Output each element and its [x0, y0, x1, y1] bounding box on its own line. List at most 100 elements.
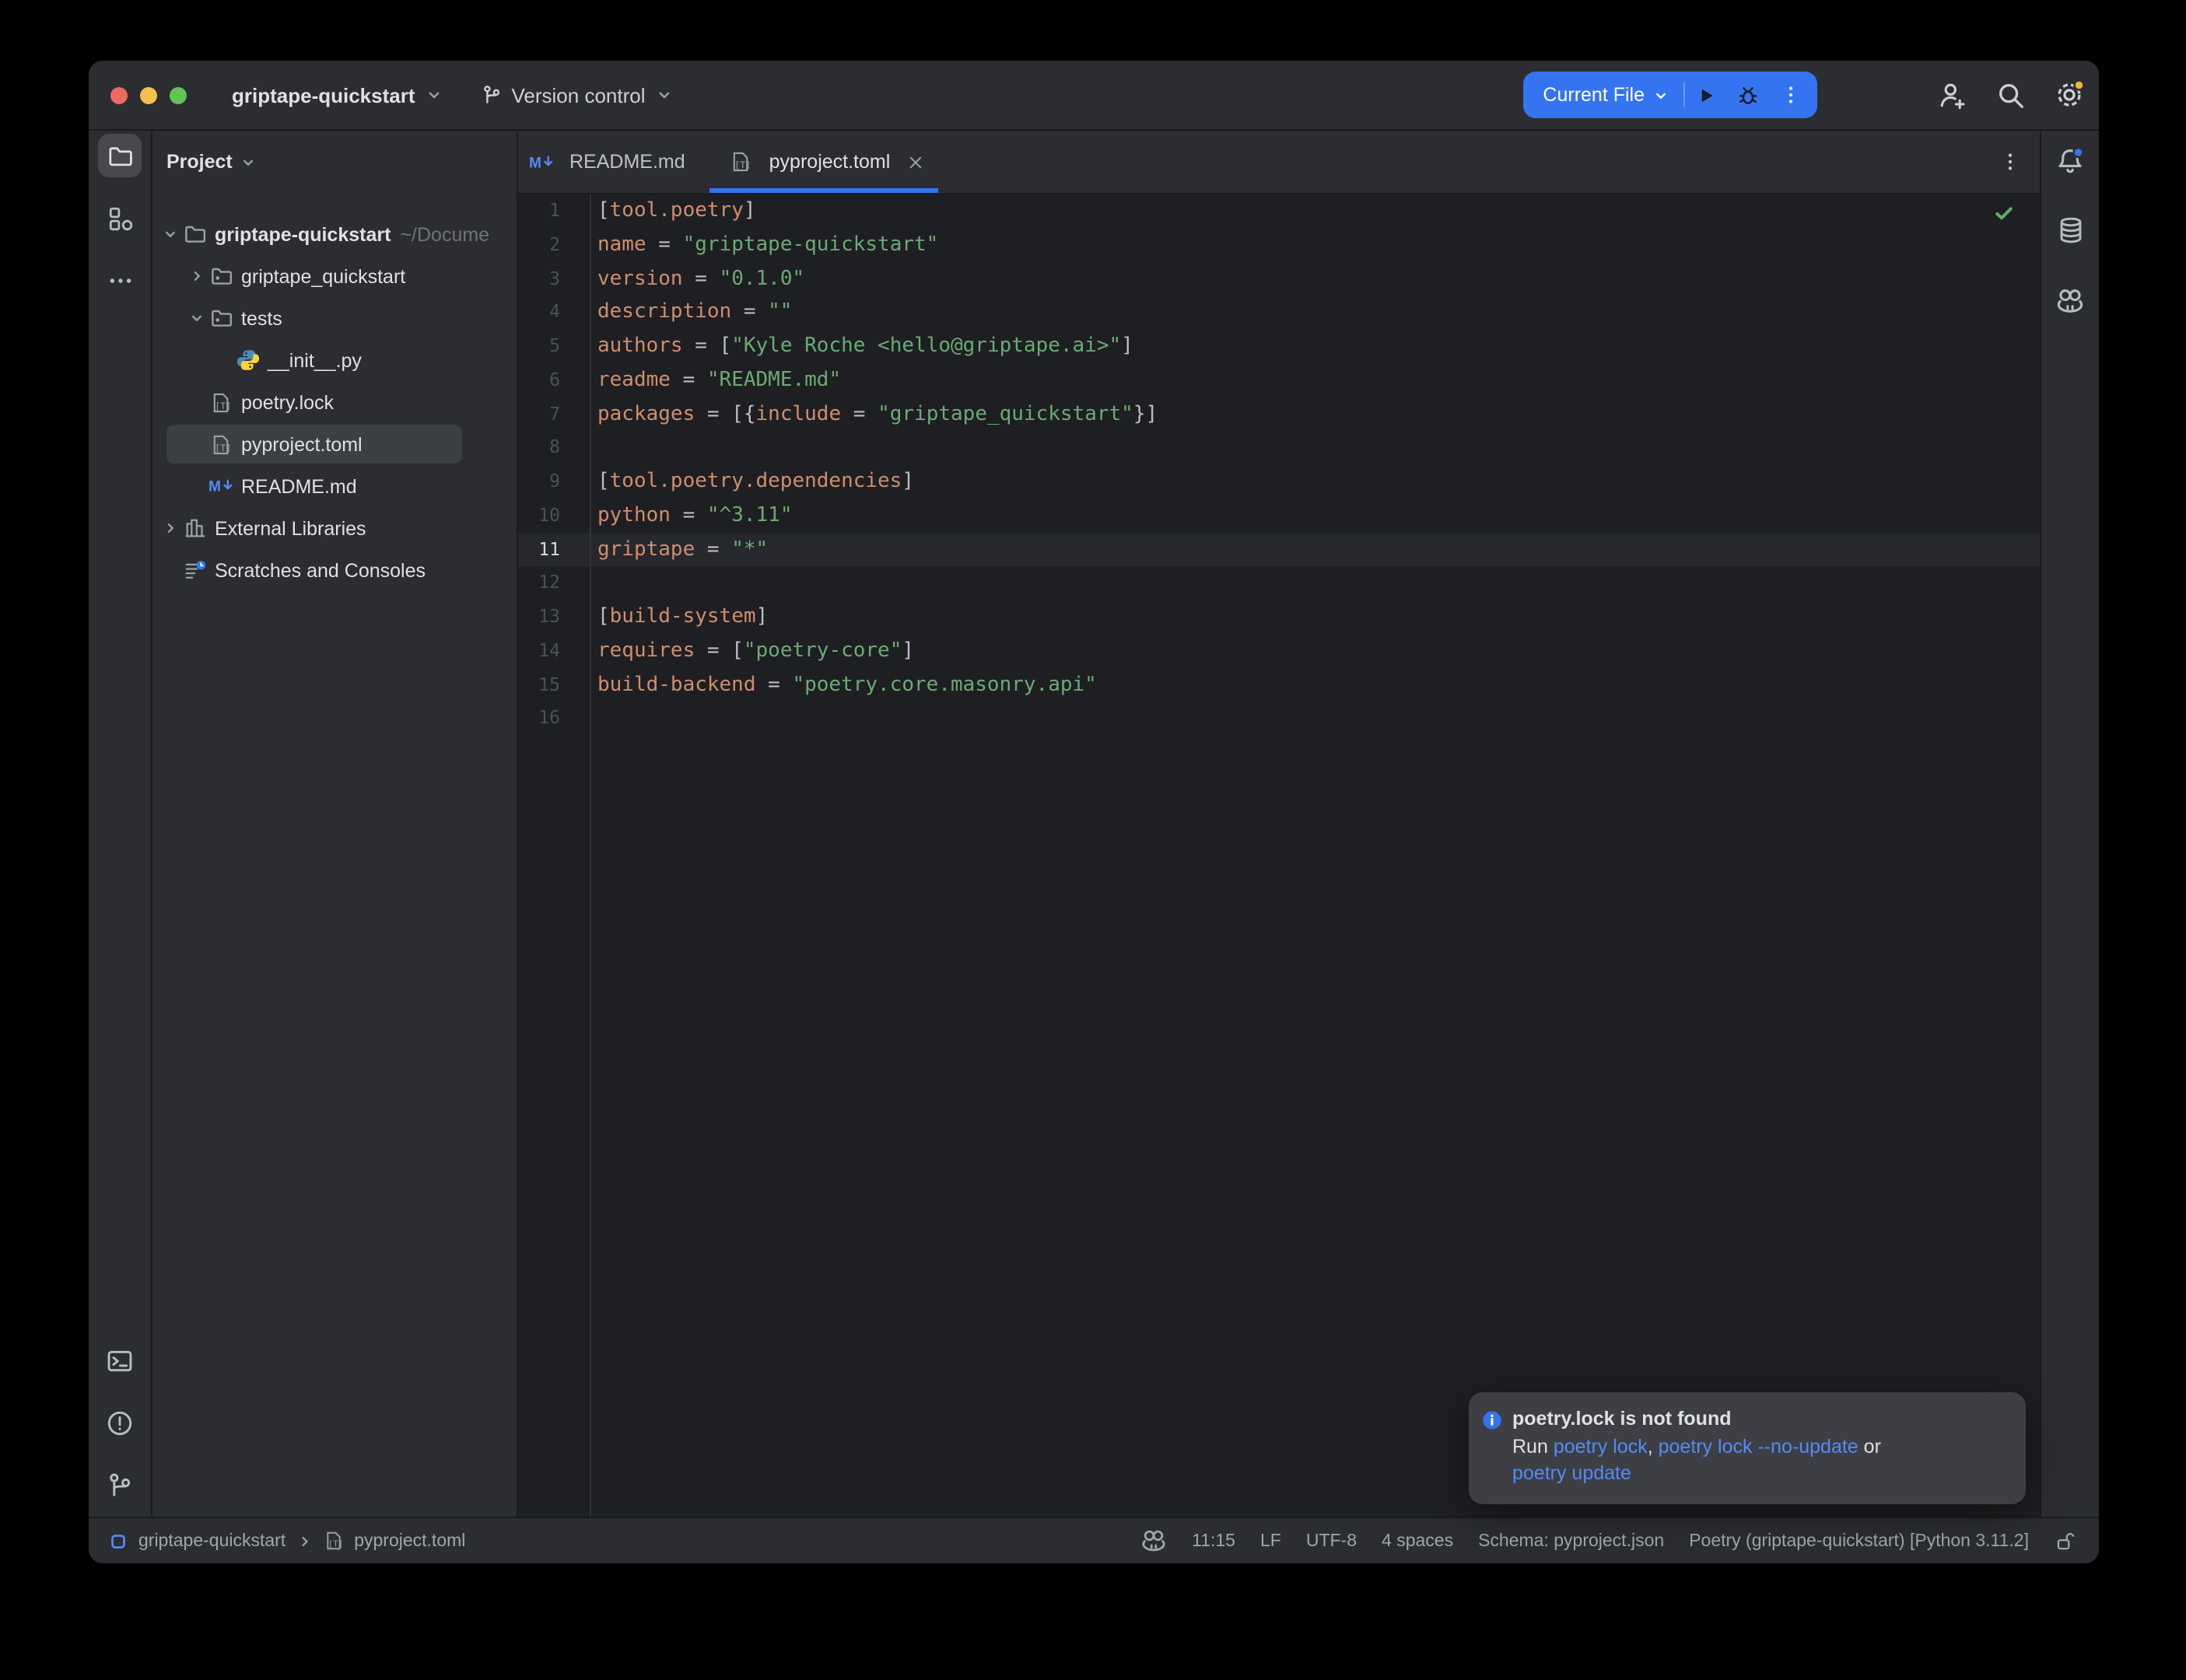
terminal-tool-button[interactable] [98, 1339, 142, 1383]
code-line-2[interactable]: 2name = "griptape-quickstart" [518, 229, 2040, 263]
line-number[interactable]: 3 [518, 262, 590, 296]
line-number[interactable]: 2 [518, 229, 590, 263]
tab-readme[interactable]: M README.md [518, 131, 710, 193]
tree-item-griptape-quickstart[interactable]: griptape-quickstart~/Docume [152, 213, 517, 255]
line-text: [build-system] [590, 600, 768, 635]
info-icon [1481, 1408, 1503, 1504]
project-tool-button[interactable] [98, 134, 142, 177]
line-number[interactable]: 5 [518, 330, 590, 364]
code-line-16[interactable]: 16 [518, 702, 2040, 737]
code-line-8[interactable]: 8 [518, 432, 2040, 466]
chevron-down-icon[interactable] [159, 222, 182, 246]
folder-icon [182, 222, 207, 247]
tab-options-kebab-icon[interactable] [1999, 151, 2021, 173]
chevron-down-icon [655, 86, 674, 104]
line-number[interactable]: 6 [518, 364, 590, 398]
more-tool-windows-button[interactable] [98, 258, 142, 302]
code-line-4[interactable]: 4description = "" [518, 296, 2040, 331]
project-panel-header[interactable]: Project [152, 131, 517, 193]
structure-tool-button[interactable] [98, 196, 142, 240]
code-line-9[interactable]: 9[tool.poetry.dependencies] [518, 465, 2040, 499]
json-schema[interactable]: Schema: pyproject.json [1478, 1531, 1664, 1550]
search-icon[interactable] [1993, 78, 2027, 112]
chevron-down-icon[interactable] [185, 306, 208, 330]
breadcrumb-file[interactable]: pyproject.toml [354, 1531, 465, 1550]
chevron-right-icon[interactable] [185, 264, 208, 288]
code-line-7[interactable]: 7packages = [{include = "griptape_quicks… [518, 397, 2040, 432]
tab-pyproject[interactable]: [T] pyproject.toml [710, 131, 939, 193]
poetry-lock-no-update-link[interactable]: poetry lock --no-update [1659, 1436, 1858, 1458]
code-line-5[interactable]: 5authors = ["Kyle Roche <hello@griptape.… [518, 330, 2040, 364]
status-widgets: 11:15 LF UTF-8 4 spaces Schema: pyprojec… [1140, 1528, 2076, 1554]
close-window-button[interactable] [110, 86, 128, 103]
line-number[interactable]: 9 [518, 465, 590, 499]
tree-item-scratches-and-consoles[interactable]: Scratches and Consoles [152, 549, 517, 591]
library-icon [182, 516, 207, 541]
database-button[interactable] [2048, 208, 2092, 252]
zoom-window-button[interactable] [170, 86, 187, 103]
code-line-6[interactable]: 6readme = "README.md" [518, 364, 2040, 398]
minimize-window-button[interactable] [140, 86, 157, 103]
notifications-button[interactable] [2048, 138, 2092, 182]
line-number[interactable]: 11 [518, 533, 590, 567]
line-number[interactable]: 14 [518, 635, 590, 669]
code-line-3[interactable]: 3version = "0.1.0" [518, 262, 2040, 296]
problems-tool-button[interactable] [98, 1402, 142, 1445]
code-line-10[interactable]: 10python = "^3.11" [518, 499, 2040, 534]
code-line-13[interactable]: 13[build-system] [518, 600, 2040, 635]
line-separator[interactable]: LF [1260, 1531, 1281, 1550]
tree-item-poetry-lock[interactable]: [T]poetry.lock [152, 381, 517, 423]
chevron-down-icon [240, 153, 257, 170]
caret-position[interactable]: 11:15 [1192, 1531, 1235, 1550]
tree-item-griptape-quickstart[interactable]: griptape_quickstart [152, 255, 517, 297]
vcs-widget[interactable]: Version control [481, 83, 674, 107]
more-actions-button[interactable] [1769, 73, 1811, 117]
settings-gear-icon[interactable] [2052, 78, 2086, 112]
line-number[interactable]: 10 [518, 499, 590, 534]
debug-button[interactable] [1727, 73, 1769, 117]
poetry-update-link[interactable]: poetry update [1512, 1462, 1631, 1484]
tree-item-readme-md[interactable]: MREADME.md [152, 465, 517, 507]
line-number[interactable]: 15 [518, 668, 590, 702]
code-line-12[interactable]: 12 [518, 567, 2040, 601]
code-editor[interactable]: 1[tool.poetry]2name = "griptape-quicksta… [518, 194, 2040, 1517]
line-number[interactable]: 12 [518, 567, 590, 601]
close-tab-icon[interactable] [907, 153, 924, 170]
line-text: griptape = "*" [590, 533, 768, 567]
chevron-down-icon[interactable] [1652, 86, 1669, 103]
title-bar-actions [1934, 61, 2086, 129]
tree-item-pyproject-toml[interactable]: [T]pyproject.toml [152, 423, 517, 465]
run-button[interactable] [1685, 73, 1727, 117]
code-line-1[interactable]: 1[tool.poetry] [518, 194, 2040, 229]
github-copilot-icon[interactable] [1140, 1528, 1167, 1554]
project-switcher[interactable]: griptape-quickstart [187, 83, 443, 107]
version-control-tool-button[interactable] [98, 1464, 142, 1507]
code-line-11[interactable]: 11griptape = "*" [518, 533, 2040, 567]
user-add-icon[interactable] [1934, 78, 1968, 112]
line-text: build-backend = "poetry.core.masonry.api… [590, 668, 1097, 702]
inspections-check-icon[interactable] [1993, 202, 2015, 224]
poetry-lock-link[interactable]: poetry lock [1554, 1436, 1648, 1458]
tree-item-external-libraries[interactable]: External Libraries [152, 507, 517, 549]
line-number[interactable]: 1 [518, 194, 590, 229]
line-number[interactable]: 13 [518, 600, 590, 635]
line-number[interactable]: 8 [518, 432, 590, 466]
tree-item-tests[interactable]: tests [152, 297, 517, 339]
toml-file-icon: [T] [729, 149, 754, 174]
tree-item--init-py[interactable]: __init__.py [152, 339, 517, 381]
line-number[interactable]: 4 [518, 296, 590, 331]
file-encoding[interactable]: UTF-8 [1306, 1531, 1357, 1550]
chevron-right-icon[interactable] [159, 516, 182, 540]
breadcrumb-project[interactable]: griptape-quickstart [138, 1531, 286, 1550]
python-interpreter[interactable]: Poetry (griptape-quickstart) [Python 3.1… [1689, 1531, 2029, 1550]
run-configuration-selector[interactable]: Current File [1543, 84, 1645, 106]
line-number[interactable]: 7 [518, 397, 590, 432]
svg-text:[T]: [T] [735, 159, 751, 170]
indent-style[interactable]: 4 spaces [1382, 1531, 1453, 1550]
code-line-15[interactable]: 15build-backend = "poetry.core.masonry.a… [518, 668, 2040, 702]
folder-dot-icon [208, 264, 233, 289]
line-number[interactable]: 16 [518, 702, 590, 737]
unlock-icon[interactable] [2054, 1530, 2076, 1552]
code-line-14[interactable]: 14requires = ["poetry-core"] [518, 635, 2040, 669]
ai-assistant-button[interactable] [2048, 278, 2092, 322]
